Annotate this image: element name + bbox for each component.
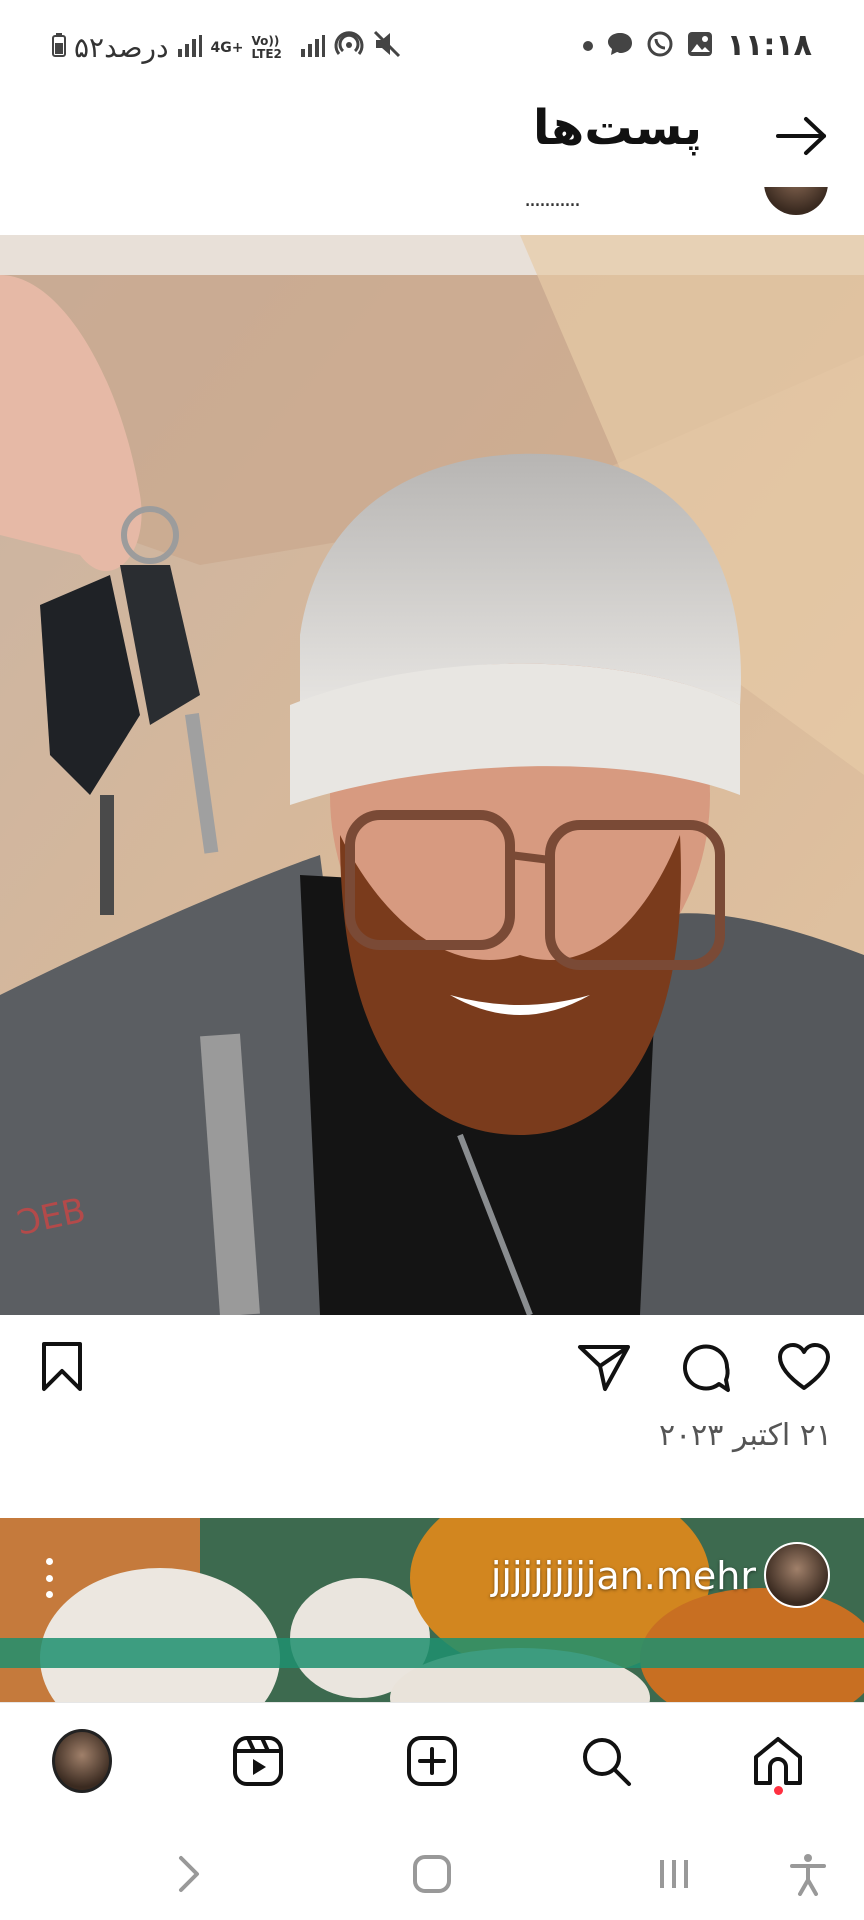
chevron-icon xyxy=(179,1856,199,1892)
battery-text: ۵۲درصد xyxy=(74,31,169,64)
accessibility-icon xyxy=(790,1854,826,1896)
post-date: ۲۱ اکتبر ۲۰۲۳ xyxy=(658,1418,832,1453)
notification-icons xyxy=(582,30,714,62)
save-button[interactable] xyxy=(34,1339,90,1395)
previous-post-caption: ........... xyxy=(524,187,581,212)
like-button[interactable] xyxy=(776,1339,832,1395)
plus-square-icon xyxy=(407,1736,457,1786)
home-icon xyxy=(754,1737,802,1785)
header: پست‌ها xyxy=(0,92,864,187)
post-actions xyxy=(0,1315,864,1415)
status-left-group: ۵۲درصد 4G+ Vo)) LTE2 xyxy=(52,30,402,65)
heart-icon xyxy=(778,1343,830,1390)
next-post-preview[interactable]: jjjjjjjjjjan.mehr xyxy=(0,1518,864,1702)
nav-search[interactable] xyxy=(576,1731,636,1791)
next-post-username[interactable]: jjjjjjjjjjan.mehr xyxy=(491,1554,756,1598)
sys-accessibility-button[interactable] xyxy=(780,1846,836,1902)
sys-recents-button[interactable] xyxy=(646,1846,702,1902)
home-notification-dot xyxy=(774,1786,783,1795)
reels-icon xyxy=(233,1736,283,1786)
nav-home[interactable] xyxy=(748,1731,808,1791)
network-label-4g: 4G+ xyxy=(210,39,244,56)
post-photo-illustration: ƆEB xyxy=(0,235,864,1315)
page-title: پست‌ها xyxy=(533,100,702,156)
network-label-lte: Vo)) LTE2 xyxy=(251,33,282,61)
mute-icon xyxy=(372,30,402,65)
arrow-right-icon xyxy=(776,117,826,155)
bottom-nav xyxy=(0,1702,864,1818)
next-post-avatar[interactable] xyxy=(764,1542,830,1608)
signal-icon xyxy=(177,31,203,64)
whatsapp-icon xyxy=(646,30,674,62)
comment-button[interactable] xyxy=(678,1339,734,1395)
nav-create[interactable] xyxy=(402,1731,462,1791)
rounded-square-icon xyxy=(413,1855,451,1893)
next-post-photo xyxy=(0,1518,864,1702)
profile-avatar xyxy=(52,1729,112,1793)
search-icon xyxy=(583,1738,631,1786)
more-dot xyxy=(45,1574,53,1582)
comment-bubble-icon xyxy=(683,1344,730,1392)
chat-bubble-icon xyxy=(606,31,634,61)
sys-back-button[interactable] xyxy=(160,1846,216,1902)
status-bar: ۵۲درصد 4G+ Vo)) LTE2 ۱۱:۱۸ xyxy=(0,0,864,92)
three-bars-icon xyxy=(660,1860,688,1888)
previous-post-strip: ........... xyxy=(0,187,864,235)
nav-reels[interactable] xyxy=(228,1731,288,1791)
next-post-more-button[interactable] xyxy=(36,1558,62,1598)
battery-icon xyxy=(52,31,66,64)
paper-plane-icon xyxy=(578,1345,630,1391)
status-time: ۱۱:۱۸ xyxy=(726,28,812,63)
more-dot xyxy=(45,1591,53,1598)
back-button[interactable] xyxy=(772,106,832,166)
bookmark-icon xyxy=(42,1342,82,1391)
previous-post-avatar[interactable] xyxy=(764,187,828,215)
sys-home-button[interactable] xyxy=(404,1846,460,1902)
gallery-icon xyxy=(686,30,714,62)
more-dot xyxy=(45,1558,53,1565)
post-image[interactable]: ƆEB xyxy=(0,235,864,1315)
nav-profile[interactable] xyxy=(52,1729,112,1793)
system-nav xyxy=(0,1818,864,1920)
share-button[interactable] xyxy=(576,1339,632,1395)
hotspot-icon xyxy=(334,30,364,65)
dot-icon xyxy=(582,37,594,56)
signal-icon-2 xyxy=(300,31,326,64)
